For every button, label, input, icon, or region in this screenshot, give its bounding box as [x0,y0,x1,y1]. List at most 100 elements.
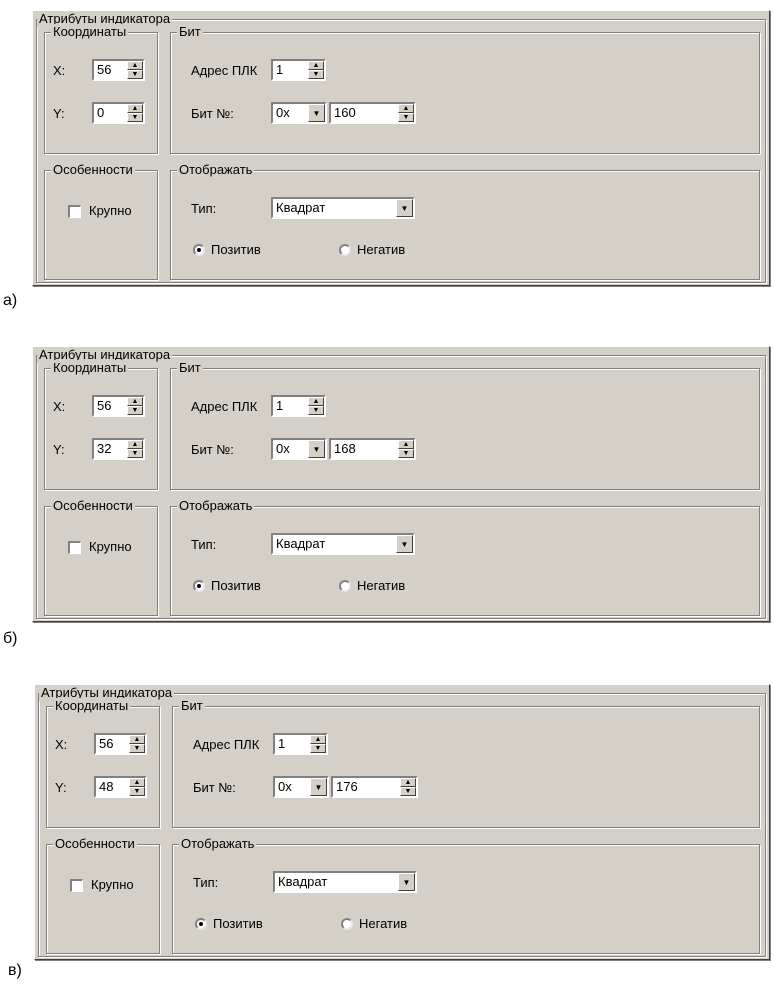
plc-address-spinbox[interactable]: 1 ▲ ▼ [271,59,326,81]
x-spinbox[interactable]: 56 ▲ ▼ [92,59,145,81]
plc-address-spinbox[interactable]: 1 ▲ ▼ [273,733,328,755]
large-label: Крупно [91,877,134,892]
chevron-down-icon[interactable]: ▼ [310,778,327,796]
spin-arrows-icon[interactable]: ▲ ▼ [398,104,414,122]
plc-address-value[interactable]: 1 [275,736,310,752]
positive-radio[interactable] [193,244,205,256]
bit-prefix-value: 0x [276,441,290,456]
spin-arrows-icon[interactable]: ▲ ▼ [308,61,324,79]
x-value[interactable]: 56 [94,398,127,414]
negative-label: Негатив [359,916,408,931]
indicator-attributes-group: Атрибуты индикатора Координаты X: 56 ▲ ▼ … [36,347,766,619]
radio-selected-dot [199,922,203,926]
large-checkbox[interactable] [70,879,83,892]
spin-arrows-icon[interactable]: ▲ ▼ [308,397,324,415]
y-label: Y: [53,106,65,121]
features-title: Особенности [51,162,135,178]
features-group: Особенности Крупно [44,162,158,280]
caption-b: б) [3,630,18,647]
bit-number-value[interactable]: 176 [333,779,400,795]
spin-arrows-icon[interactable]: ▲ ▼ [129,778,145,796]
type-label: Тип: [193,875,219,890]
display-group: Отображать Тип: Квадрат ▼ Позитив Негати… [172,836,760,954]
type-value: Квадрат [276,536,326,551]
spin-arrows-icon[interactable]: ▲ ▼ [127,397,143,415]
caption-a: а) [3,292,18,309]
indicator-attributes-panel-b: Атрибуты индикатора Координаты X: 56 ▲ ▼ … [32,346,770,622]
large-label: Крупно [89,539,132,554]
coordinates-group: Координаты X: 56 ▲ ▼ Y: 32 ▲ ▼ [44,360,158,490]
coordinates-group: Координаты X: 56 ▲ ▼ Y: 0 ▲ ▼ [44,24,158,154]
spin-arrows-icon[interactable]: ▲ ▼ [127,61,143,79]
plc-address-value[interactable]: 1 [273,62,308,78]
display-title: Отображать [179,836,257,852]
features-title: Особенности [51,498,135,514]
bit-number-label: Бит №: [193,780,236,795]
positive-label: Позитив [211,242,261,257]
negative-label: Негатив [357,242,406,257]
x-label: X: [53,399,66,414]
display-title: Отображать [177,162,255,178]
y-spinbox[interactable]: 32 ▲ ▼ [92,438,145,460]
bit-group: Бит Адрес ПЛК 1 ▲ ▼ Бит №: 0x ▼ 168 ▲ ▼ [170,360,760,490]
y-value[interactable]: 48 [96,779,129,795]
x-spinbox[interactable]: 56 ▲ ▼ [92,395,145,417]
chevron-down-icon[interactable]: ▼ [308,440,325,458]
type-combo[interactable]: Квадрат ▼ [271,533,415,555]
y-spinbox[interactable]: 48 ▲ ▼ [94,776,147,798]
y-value[interactable]: 0 [94,105,127,121]
bit-number-spinbox[interactable]: 160 ▲ ▼ [329,102,416,124]
type-label: Тип: [191,201,217,216]
bit-prefix-combo[interactable]: 0x ▼ [271,102,327,124]
bit-group: Бит Адрес ПЛК 1 ▲ ▼ Бит №: 0x ▼ 160 ▲ ▼ [170,24,760,154]
x-spinbox[interactable]: 56 ▲ ▼ [94,733,147,755]
bit-number-value[interactable]: 160 [331,105,398,121]
negative-radio[interactable] [339,580,351,592]
spin-arrows-icon[interactable]: ▲ ▼ [398,440,414,458]
bit-title: Бит [177,360,203,376]
spin-arrows-icon[interactable]: ▲ ▼ [129,735,145,753]
y-label: Y: [53,442,65,457]
bit-number-label: Бит №: [191,106,234,121]
features-group: Особенности Крупно [46,836,160,954]
positive-radio[interactable] [195,918,207,930]
positive-label: Позитив [211,578,261,593]
type-combo[interactable]: Квадрат ▼ [271,197,415,219]
large-checkbox[interactable] [68,205,81,218]
caption-c: в) [8,962,22,979]
spin-arrows-icon[interactable]: ▲ ▼ [127,440,143,458]
chevron-down-icon[interactable]: ▼ [396,535,413,553]
indicator-attributes-panel-c: Атрибуты индикатора Координаты X: 56 ▲ ▼ … [34,684,770,960]
bit-number-spinbox[interactable]: 168 ▲ ▼ [329,438,416,460]
type-value: Квадрат [278,874,328,889]
plc-address-label: Адрес ПЛК [193,737,260,752]
bit-number-value[interactable]: 168 [331,441,398,457]
negative-radio[interactable] [341,918,353,930]
spin-arrows-icon[interactable]: ▲ ▼ [127,104,143,122]
y-value[interactable]: 32 [94,441,127,457]
bit-prefix-combo[interactable]: 0x ▼ [273,776,329,798]
y-label: Y: [55,780,67,795]
radio-selected-dot [197,248,201,252]
plc-address-spinbox[interactable]: 1 ▲ ▼ [271,395,326,417]
x-value[interactable]: 56 [94,62,127,78]
x-value[interactable]: 56 [96,736,129,752]
chevron-down-icon[interactable]: ▼ [398,873,415,891]
bit-prefix-value: 0x [276,105,290,120]
display-group: Отображать Тип: Квадрат ▼ Позитив Негати… [170,162,760,280]
spin-arrows-icon[interactable]: ▲ ▼ [310,735,326,753]
y-spinbox[interactable]: 0 ▲ ▼ [92,102,145,124]
x-label: X: [55,737,68,752]
negative-radio[interactable] [339,244,351,256]
bit-prefix-combo[interactable]: 0x ▼ [271,438,327,460]
chevron-down-icon[interactable]: ▼ [396,199,413,217]
chevron-down-icon[interactable]: ▼ [308,104,325,122]
type-combo[interactable]: Квадрат ▼ [273,871,417,893]
plc-address-value[interactable]: 1 [273,398,308,414]
positive-radio[interactable] [193,580,205,592]
bit-number-spinbox[interactable]: 176 ▲ ▼ [331,776,418,798]
spin-arrows-icon[interactable]: ▲ ▼ [400,778,416,796]
large-checkbox[interactable] [68,541,81,554]
bit-group: Бит Адрес ПЛК 1 ▲ ▼ Бит №: 0x ▼ 176 ▲ ▼ [172,698,760,828]
negative-label: Негатив [357,578,406,593]
